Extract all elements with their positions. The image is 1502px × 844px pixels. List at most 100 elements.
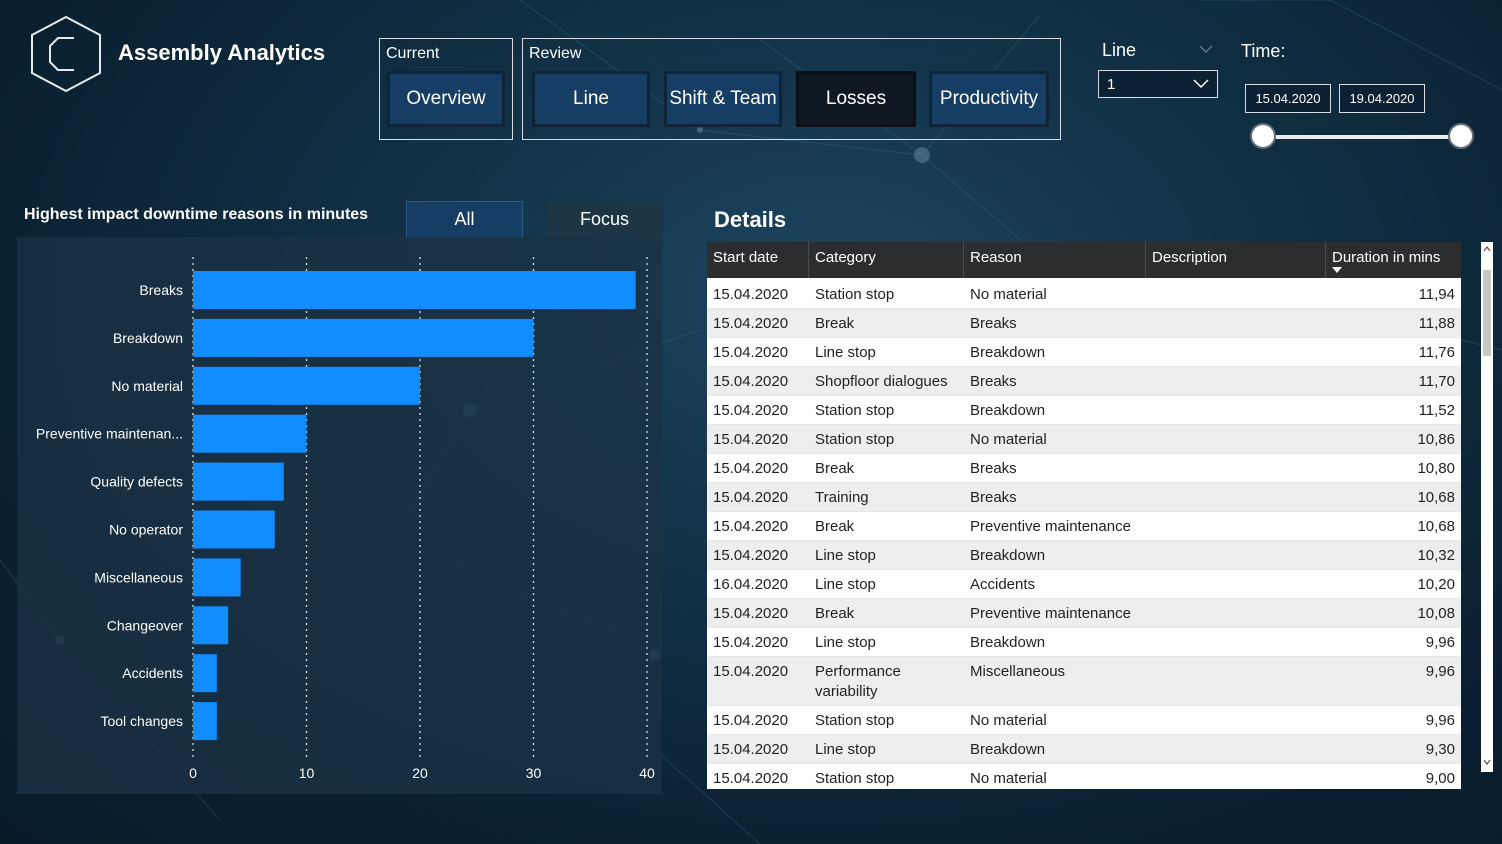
table-row[interactable]: 15.04.2020 Training Breaks 10,68 bbox=[707, 483, 1461, 512]
downtime-bar-chart: 0 10 20 30 40 Breaks Breakdown No material Preve… bbox=[36, 257, 655, 781]
start-date-input[interactable]: 15.04.2020 bbox=[1245, 84, 1331, 113]
line-button[interactable]: Line bbox=[532, 71, 650, 127]
cell-start-date: 15.04.2020 bbox=[713, 460, 789, 477]
table-row[interactable]: 15.04.2020 Break Preventive maintenance 10,… bbox=[707, 599, 1461, 628]
chevron-down-icon bbox=[1193, 79, 1209, 89]
cell-duration: 11,52 bbox=[1418, 402, 1455, 419]
cell-category: Performance variability bbox=[815, 663, 901, 700]
table-row[interactable]: 15.04.2020 Station stop No material 9,96 bbox=[707, 706, 1461, 735]
column-category[interactable]: Category bbox=[809, 242, 964, 278]
cell-start-date: 15.04.2020 bbox=[713, 344, 789, 361]
cell-reason: Breakdown bbox=[970, 741, 1046, 758]
cell-start-date: 15.04.2020 bbox=[713, 373, 789, 390]
table-row[interactable]: 15.04.2020 Station stop No material 11,94 bbox=[707, 280, 1461, 309]
cell-reason: Preventive maintenance bbox=[970, 518, 1131, 535]
cell-duration: 11,88 bbox=[1418, 315, 1455, 332]
scrollbar-thumb[interactable] bbox=[1483, 270, 1491, 356]
category-label: Quality defects bbox=[90, 474, 183, 490]
cell-description bbox=[1146, 657, 1326, 662]
cell-start-date: 15.04.2020 bbox=[713, 634, 789, 651]
productivity-button[interactable]: Productivity bbox=[929, 71, 1049, 127]
focus-toggle-button[interactable]: Focus bbox=[546, 201, 663, 238]
date-range-start-handle[interactable] bbox=[1250, 123, 1276, 149]
bar[interactable] bbox=[193, 414, 307, 453]
cell-reason: Miscellaneous bbox=[970, 663, 1066, 680]
cell-category: Break bbox=[815, 605, 855, 622]
cell-start-date: 15.04.2020 bbox=[713, 741, 789, 758]
table-row[interactable]: 15.04.2020 Break Breaks 11,88 bbox=[707, 309, 1461, 338]
cell-duration: 9,30 bbox=[1425, 741, 1455, 758]
cell-duration: 9,96 bbox=[1425, 663, 1455, 680]
cell-category: Line stop bbox=[815, 576, 876, 593]
cell-start-date: 15.04.2020 bbox=[713, 712, 789, 729]
end-date-input[interactable]: 19.04.2020 bbox=[1339, 84, 1425, 113]
review-group-label: Review bbox=[529, 45, 582, 62]
cell-duration: 10,68 bbox=[1417, 518, 1455, 535]
table-row[interactable]: 15.04.2020 Station stop No material 9,00 bbox=[707, 764, 1461, 789]
bar[interactable] bbox=[193, 318, 534, 357]
column-start-date[interactable]: Start date bbox=[707, 242, 809, 278]
scroll-up-icon[interactable] bbox=[1483, 244, 1491, 254]
cell-reason: No material bbox=[970, 712, 1047, 729]
cell-duration: 11,76 bbox=[1418, 344, 1455, 361]
overview-button[interactable]: Overview bbox=[387, 71, 505, 127]
category-label: Breakdown bbox=[113, 330, 183, 346]
date-range-slider-track[interactable] bbox=[1263, 135, 1461, 139]
bar[interactable] bbox=[193, 271, 636, 309]
cell-description bbox=[1146, 706, 1326, 711]
table-row[interactable]: 16.04.2020 Line stop Accidents 10,20 bbox=[707, 570, 1461, 599]
table-row[interactable]: 15.04.2020 Line stop Breakdown 11,76 bbox=[707, 338, 1461, 367]
all-toggle-button[interactable]: All bbox=[406, 201, 523, 238]
cell-description bbox=[1146, 541, 1326, 546]
line-filter-label: Line bbox=[1102, 40, 1137, 60]
table-row[interactable]: 15.04.2020 Shopfloor dialogues Breaks 11,70 bbox=[707, 367, 1461, 396]
bar[interactable] bbox=[193, 654, 217, 693]
app-logo bbox=[31, 15, 101, 93]
column-duration[interactable]: Duration in mins bbox=[1326, 242, 1461, 278]
cell-reason: Breakdown bbox=[970, 547, 1046, 564]
date-range-end-handle[interactable] bbox=[1448, 123, 1474, 149]
bar[interactable] bbox=[193, 606, 229, 645]
current-nav-group: Current Overview bbox=[379, 38, 513, 140]
table-row[interactable]: 15.04.2020 Station stop No material 10,86 bbox=[707, 425, 1461, 454]
cell-reason: No material bbox=[970, 431, 1047, 448]
table-row[interactable]: 15.04.2020 Performance variability Miscell… bbox=[707, 657, 1461, 706]
cell-duration: 11,70 bbox=[1418, 373, 1455, 390]
column-description[interactable]: Description bbox=[1146, 242, 1326, 278]
table-row[interactable]: 15.04.2020 Line stop Breakdown 9,30 bbox=[707, 735, 1461, 764]
cell-reason: Breakdown bbox=[970, 634, 1046, 651]
current-group-label: Current bbox=[386, 45, 440, 62]
cell-description bbox=[1146, 735, 1326, 740]
shift-team-button[interactable]: Shift & Team bbox=[664, 71, 782, 127]
table-scrollbar[interactable] bbox=[1481, 242, 1493, 772]
line-dropdown[interactable]: 1 bbox=[1098, 70, 1218, 98]
cell-description bbox=[1146, 628, 1326, 633]
cell-description bbox=[1146, 425, 1326, 430]
scroll-down-icon[interactable] bbox=[1483, 757, 1491, 767]
bar[interactable] bbox=[193, 366, 420, 405]
cell-description bbox=[1146, 309, 1326, 314]
cell-reason: Breakdown bbox=[970, 402, 1046, 419]
line-filter-collapse-icon[interactable] bbox=[1198, 42, 1214, 56]
cell-start-date: 15.04.2020 bbox=[713, 605, 789, 622]
bar[interactable] bbox=[193, 702, 217, 741]
losses-button[interactable]: Losses bbox=[796, 71, 916, 127]
x-tick-label: 10 bbox=[299, 765, 315, 781]
cell-category: Line stop bbox=[815, 547, 876, 564]
review-nav-group: Review Line Shift & Team Losses Producti… bbox=[522, 38, 1061, 140]
bar[interactable] bbox=[193, 510, 275, 549]
table-row[interactable]: 15.04.2020 Break Breaks 10,80 bbox=[707, 454, 1461, 483]
cell-category: Station stop bbox=[815, 712, 895, 729]
table-row[interactable]: 15.04.2020 Station stop Breakdown 11,52 bbox=[707, 396, 1461, 425]
category-label: Tool changes bbox=[100, 713, 183, 729]
cell-reason: Breaks bbox=[970, 460, 1017, 477]
table-row[interactable]: 15.04.2020 Line stop Breakdown 9,96 bbox=[707, 628, 1461, 657]
cell-start-date: 15.04.2020 bbox=[713, 286, 789, 303]
category-label: Breaks bbox=[139, 282, 183, 298]
column-reason[interactable]: Reason bbox=[964, 242, 1146, 278]
table-row[interactable]: 15.04.2020 Line stop Breakdown 10,32 bbox=[707, 541, 1461, 570]
table-row[interactable]: 15.04.2020 Break Preventive maintenance 10,… bbox=[707, 512, 1461, 541]
bar[interactable] bbox=[193, 558, 241, 597]
cell-description bbox=[1146, 280, 1326, 285]
bar[interactable] bbox=[193, 462, 284, 501]
